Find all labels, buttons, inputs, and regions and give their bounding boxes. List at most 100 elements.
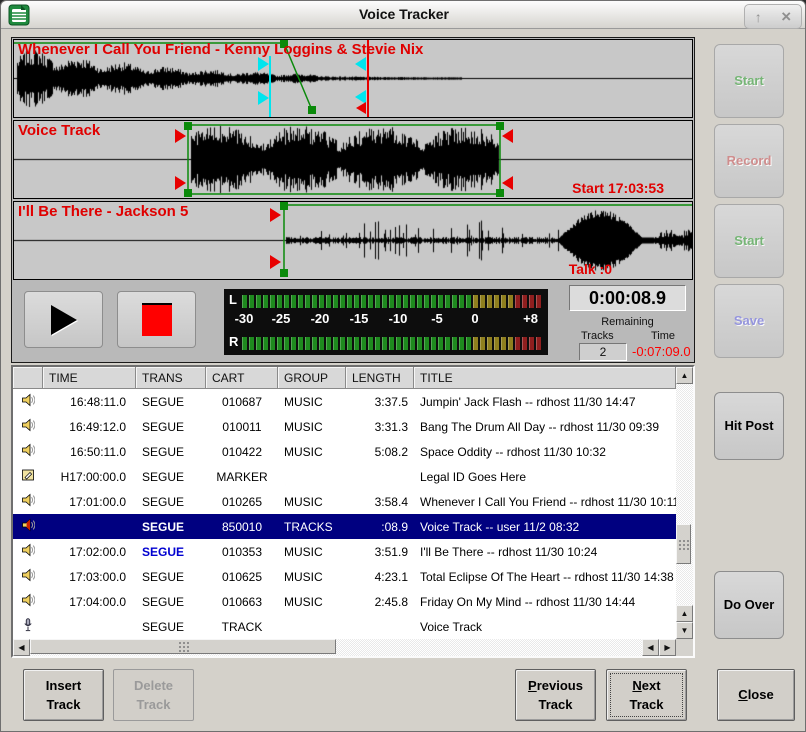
scroll-up-button[interactable]: ▲ xyxy=(676,605,693,622)
meter-segment xyxy=(263,295,268,308)
meter-segment xyxy=(410,337,415,350)
meter-segment xyxy=(256,295,261,308)
meter-left-label: L xyxy=(229,292,237,307)
play-button[interactable] xyxy=(24,291,103,348)
vertical-scroll-thumb[interactable] xyxy=(676,524,691,564)
log-row[interactable]: 16:48:11.0SEGUE010687MUSIC3:37.5Jumpin' … xyxy=(13,389,676,414)
previous-track-button[interactable]: Previous Track xyxy=(515,669,596,721)
log-row[interactable]: 17:02:00.0SEGUE010353MUSIC3:51.9I'll Be … xyxy=(13,539,676,564)
meter-segment xyxy=(417,337,422,350)
do-over-button[interactable]: Do Over xyxy=(714,571,784,639)
track-2-waveform[interactable]: Voice Track Start 17:03:53 xyxy=(13,120,693,199)
hit-post-button[interactable]: Hit Post xyxy=(714,392,784,460)
cell-cart: 010663 xyxy=(206,595,278,609)
meter-segment xyxy=(459,295,464,308)
scroll-left-button[interactable]: ◀ xyxy=(642,639,659,656)
meter-segment xyxy=(389,337,394,350)
meter-segment xyxy=(291,295,296,308)
cell-group: TRACKS xyxy=(278,520,346,534)
log-row[interactable]: 17:01:00.0SEGUE010265MUSIC3:58.4Whenever… xyxy=(13,489,676,514)
stop-button[interactable] xyxy=(117,291,196,348)
horizontal-scrollbar[interactable]: ◀ ◀ ▶ xyxy=(13,639,676,656)
scroll-right-button[interactable]: ▶ xyxy=(659,639,676,656)
delete-track-button[interactable]: Delete Track xyxy=(113,669,194,721)
cell-title: Whenever I Call You Friend -- rdhost 11/… xyxy=(414,495,676,509)
meter-segment xyxy=(438,295,443,308)
column-header-TRANS[interactable]: TRANS xyxy=(136,367,206,389)
column-header-icon[interactable] xyxy=(13,367,43,389)
cell-icon xyxy=(13,493,43,510)
cell-trans: SEGUE xyxy=(136,595,206,609)
speaker-playing-icon xyxy=(21,518,35,532)
scroll-up-button[interactable]: ▲ xyxy=(676,367,693,384)
track-3-title: I'll Be There - Jackson 5 xyxy=(18,203,188,220)
cell-trans: SEGUE xyxy=(136,395,206,409)
close-icon[interactable]: × xyxy=(781,8,791,25)
meter-segment xyxy=(403,337,408,350)
column-header-CART[interactable]: CART xyxy=(206,367,278,389)
log-row[interactable]: SEGUE850010TRACKS:08.9Voice Track -- use… xyxy=(13,514,676,539)
column-header-TIME[interactable]: TIME xyxy=(43,367,136,389)
meter-segment xyxy=(452,295,457,308)
column-header-GROUP[interactable]: GROUP xyxy=(278,367,346,389)
cell-cart: TRACK xyxy=(206,620,278,634)
cell-cart: 850010 xyxy=(206,520,278,534)
meter-segment xyxy=(424,337,429,350)
meter-scale-label: -10 xyxy=(389,311,408,326)
cell-time: 16:49:12.0 xyxy=(43,420,136,434)
meter-segment xyxy=(508,295,513,308)
start-button-1[interactable]: Start xyxy=(714,44,784,118)
meter-segment xyxy=(256,337,261,350)
titlebar[interactable]: Voice Tracker ↑ × xyxy=(1,1,806,29)
meter-segment xyxy=(459,337,464,350)
meter-segment xyxy=(529,337,534,350)
meter-scale-label: -20 xyxy=(311,311,330,326)
track-2-title: Voice Track xyxy=(18,122,100,139)
meter-segment xyxy=(326,295,331,308)
horizontal-scroll-track[interactable] xyxy=(30,639,642,656)
cell-title: Friday On My Mind -- rdhost 11/30 14:44 xyxy=(414,595,676,609)
log-row[interactable]: 17:04:00.0SEGUE010663MUSIC2:45.8Friday O… xyxy=(13,589,676,614)
cell-icon xyxy=(13,393,43,410)
meter-segment xyxy=(284,337,289,350)
shade-icon[interactable]: ↑ xyxy=(755,10,762,24)
record-button[interactable]: Record xyxy=(714,124,784,198)
remaining-tracks-label: Tracks xyxy=(581,330,614,342)
log-row[interactable]: 16:49:12.0SEGUE010011MUSIC3:31.3Bang The… xyxy=(13,414,676,439)
horizontal-scroll-thumb[interactable] xyxy=(30,639,336,654)
insert-track-button[interactable]: Insert Track xyxy=(23,669,104,721)
level-meter: L -30-25-20-15-10-50+8 R xyxy=(224,289,548,355)
track-1-waveform[interactable]: Whenever I Call You Friend - Kenny Loggi… xyxy=(13,39,693,118)
speaker-icon xyxy=(21,568,35,582)
cell-trans: SEGUE xyxy=(136,520,206,534)
scroll-down-button[interactable]: ▼ xyxy=(676,622,693,639)
meter-scale-label: -30 xyxy=(235,311,254,326)
meter-scale-label: 0 xyxy=(471,311,478,326)
save-button[interactable]: Save xyxy=(714,284,784,358)
meter-segment xyxy=(333,295,338,308)
vertical-scroll-track[interactable] xyxy=(676,384,693,605)
track-3-waveform[interactable]: I'll Be There - Jackson 5 Talk :0 xyxy=(13,201,693,280)
scroll-left-button[interactable]: ◀ xyxy=(13,639,30,656)
meter-segment xyxy=(501,295,506,308)
column-header-TITLE[interactable]: TITLE xyxy=(414,367,676,389)
log-row[interactable]: SEGUETRACKVoice Track xyxy=(13,614,676,639)
meter-segment xyxy=(508,337,513,350)
meter-segment xyxy=(242,295,247,308)
log-row[interactable]: 16:50:11.0SEGUE010422MUSIC5:08.2Space Od… xyxy=(13,439,676,464)
vertical-scrollbar[interactable]: ▲ ▲ ▼ xyxy=(676,367,693,639)
meter-scale-label: +8 xyxy=(523,311,538,326)
cell-time: 17:01:00.0 xyxy=(43,495,136,509)
log-row[interactable]: H17:00:00.0SEGUEMARKERLegal ID Goes Here xyxy=(13,464,676,489)
start-button-2[interactable]: Start xyxy=(714,204,784,278)
close-button[interactable]: Close xyxy=(717,669,795,721)
speaker-icon xyxy=(21,593,35,607)
speaker-icon xyxy=(21,418,35,432)
next-track-button[interactable]: Next Track xyxy=(606,669,687,721)
log-row[interactable]: 17:03:00.0SEGUE010625MUSIC4:23.1Total Ec… xyxy=(13,564,676,589)
cell-len: 3:37.5 xyxy=(346,395,414,409)
meter-segment xyxy=(487,295,492,308)
column-header-LENGTH[interactable]: LENGTH xyxy=(346,367,414,389)
marker-note-icon xyxy=(21,468,35,482)
meter-segment xyxy=(305,337,310,350)
